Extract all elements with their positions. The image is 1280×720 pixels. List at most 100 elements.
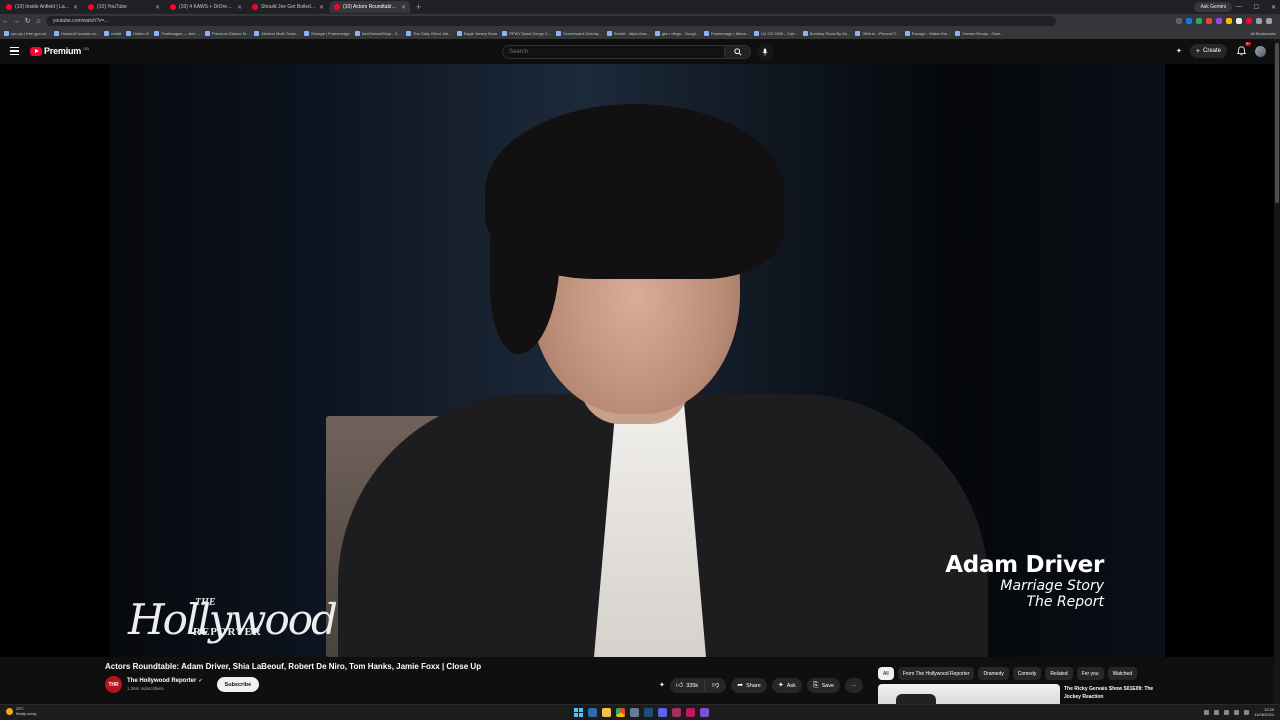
close-window-icon[interactable]: ✕ <box>1271 4 1276 11</box>
search-button[interactable] <box>725 45 751 59</box>
maximize-icon[interactable]: ☐ <box>1254 4 1259 11</box>
create-button[interactable]: + Create <box>1189 44 1227 58</box>
url-field[interactable]: youtube.com/watch?v=... <box>46 16 1056 26</box>
windows-start-icon[interactable] <box>574 708 583 717</box>
ask-button[interactable]: ✦ Ask <box>771 678 802 693</box>
close-tab-icon[interactable]: ✕ <box>73 4 78 11</box>
browser-tab[interactable]: (10) 4 KAWS + DrDrePlat ft. Tim ...✕ <box>166 1 246 13</box>
volume-icon[interactable] <box>1244 709 1250 715</box>
bookmark-item[interactable]: Ableton Multi-Track... <box>254 31 299 36</box>
file-explorer-icon[interactable] <box>602 708 611 717</box>
browser-tab[interactable]: (10) Inside Anfield | Last 8 ...✕ <box>2 1 82 13</box>
channel-avatar[interactable]: THR <box>105 676 122 693</box>
more-actions-button[interactable]: ··· <box>845 678 863 693</box>
bookmark-item[interactable]: Ravage - Watch the... <box>904 31 950 36</box>
browser-tab[interactable]: Should Joe Get Boiled | EP 43 ...✕ <box>248 1 328 13</box>
channel-name[interactable]: The Hollywood Reporter <box>127 678 196 684</box>
extension-icon[interactable] <box>1246 18 1252 24</box>
bookmark-item[interactable]: Diablo IV <box>126 31 149 36</box>
bookmark-item[interactable]: GitHub - iPerson77... <box>855 31 900 36</box>
page-scrollbar[interactable] <box>1274 39 1280 704</box>
sparkle-icon[interactable]: ✦ <box>659 682 665 689</box>
dislike-button[interactable]: 👎︎ <box>705 682 726 689</box>
avatar[interactable] <box>1255 45 1266 57</box>
browser-tab[interactable]: (10) YouTube ✕ <box>84 1 164 13</box>
bookmark-item[interactable]: Framemage | Mana... <box>703 31 749 36</box>
bookmark-item[interactable]: Eagle Jersey Store <box>456 31 497 36</box>
hamburger-menu-icon[interactable] <box>10 47 19 55</box>
scrollbar-thumb[interactable] <box>1275 43 1279 203</box>
bookmark-item[interactable]: UZ GS 2026 - Cart... <box>754 31 798 36</box>
wifi-icon[interactable] <box>1234 709 1240 715</box>
filter-chip[interactable]: Related <box>1045 667 1073 680</box>
youtube-logo[interactable]: Premium GB <box>30 46 89 56</box>
profile-icon[interactable] <box>1256 18 1262 24</box>
bookmark-item[interactable]: The Daily Grind Job... <box>405 31 452 36</box>
kebab-menu-icon[interactable] <box>1266 18 1272 24</box>
filter-chip[interactable]: For you <box>1076 667 1104 680</box>
new-tab-button[interactable]: + <box>416 2 421 12</box>
subscribe-button[interactable]: Subscribe <box>216 677 260 692</box>
filter-chip[interactable]: From The Hollywood Reporter <box>897 667 975 680</box>
extension-icon[interactable] <box>1176 18 1182 24</box>
bookmark-item[interactable]: Postimages — free ... <box>154 31 200 36</box>
tray-chevron-icon[interactable] <box>1204 709 1210 715</box>
bookmark-item[interactable]: gta v diego - Googl... <box>654 31 699 36</box>
search-taskbar-icon[interactable] <box>588 708 597 717</box>
forward-icon[interactable]: → <box>11 18 22 25</box>
tray-app-icon[interactable] <box>1214 709 1220 715</box>
ask-gemini-button[interactable]: Ask Gemini <box>1194 2 1232 12</box>
bookmark-item[interactable]: reddit <box>104 31 121 36</box>
filter-chip[interactable]: Comedy <box>1012 667 1042 680</box>
discord-icon[interactable] <box>658 708 667 717</box>
recommendation-thumbnail[interactable] <box>878 684 1060 704</box>
voice-search-button[interactable] <box>757 44 773 60</box>
bookmark-item[interactable]: Games Recap - Gam... <box>955 31 1003 36</box>
app-icon[interactable] <box>672 708 681 717</box>
video-player[interactable]: Hollywood THE REPORTER Adam Driver Marri… <box>0 64 1280 657</box>
app-icon[interactable] <box>700 708 709 717</box>
tray-app-icon[interactable] <box>1224 709 1230 715</box>
share-button[interactable]: ➦ Share <box>731 678 767 693</box>
extension-icon[interactable] <box>1226 18 1232 24</box>
close-tab-icon[interactable]: ✕ <box>237 4 242 11</box>
home-icon[interactable]: ⌂ <box>33 18 44 25</box>
bookmark-item[interactable]: Hacked2 boards on... <box>54 31 99 36</box>
bookmark-item[interactable]: Premium Deluxe M... <box>204 31 249 36</box>
bookmark-item[interactable]: PFWY Band Songs C... <box>502 31 551 36</box>
search-input[interactable]: Search <box>502 45 725 59</box>
recommendation-title[interactable]: The Ricky Gervais Show S01E09: The Jocke… <box>1064 685 1164 704</box>
sparkle-icon[interactable]: ✦ <box>1176 48 1182 55</box>
minimize-icon[interactable]: — <box>1236 4 1242 10</box>
chrome-icon[interactable] <box>616 708 625 717</box>
filter-chip[interactable]: All <box>878 667 894 680</box>
bookmark-item[interactable]: cpu-ps | free gpu wi... <box>4 31 49 36</box>
bookmark-item[interactable]: Bombay Pizza By Bo... <box>802 31 850 36</box>
all-bookmarks-button[interactable]: All Bookmarks <box>1250 28 1276 39</box>
app-icon[interactable] <box>644 708 653 717</box>
bookmark-item[interactable]: Scoreboard Overlay... <box>556 31 602 36</box>
like-button[interactable]: 👍︎ 335k <box>670 681 706 690</box>
bookmark-item[interactable]: NeoStreamShop - S... <box>354 31 401 36</box>
close-tab-icon[interactable]: ✕ <box>319 4 324 11</box>
recommendation-item[interactable]: The Ricky Gervais Show S01E09: The Jocke… <box>878 684 1164 704</box>
close-tab-icon[interactable]: ✕ <box>401 4 406 11</box>
close-tab-icon[interactable]: ✕ <box>155 4 160 11</box>
reload-icon[interactable]: ↻ <box>22 17 33 25</box>
filter-chip[interactable]: Watched <box>1107 667 1138 680</box>
extension-icon[interactable] <box>1186 18 1192 24</box>
notifications-button[interactable]: 9+ <box>1235 42 1251 57</box>
save-button[interactable]: ⎘ Save <box>806 678 841 693</box>
back-icon[interactable]: ← <box>0 18 11 25</box>
bookmark-item[interactable]: Reddit - https://ww... <box>606 31 650 36</box>
extension-icon[interactable] <box>1196 18 1202 24</box>
extension-icon[interactable] <box>1236 18 1242 24</box>
filter-chip[interactable]: Dramedy <box>978 667 1009 680</box>
clock[interactable]: 12:29 11/08/2024 <box>1254 707 1274 717</box>
weather-widget[interactable]: 20°C Mostly sunny <box>6 707 36 716</box>
extension-icon[interactable] <box>1216 18 1222 24</box>
browser-tab-active[interactable]: (10) Actors Roundtable: Ad ...✕ <box>330 1 410 13</box>
bookmark-item[interactable]: Storage | Framemage <box>303 31 350 36</box>
extension-icon[interactable] <box>1206 18 1212 24</box>
app-icon[interactable] <box>686 708 695 717</box>
